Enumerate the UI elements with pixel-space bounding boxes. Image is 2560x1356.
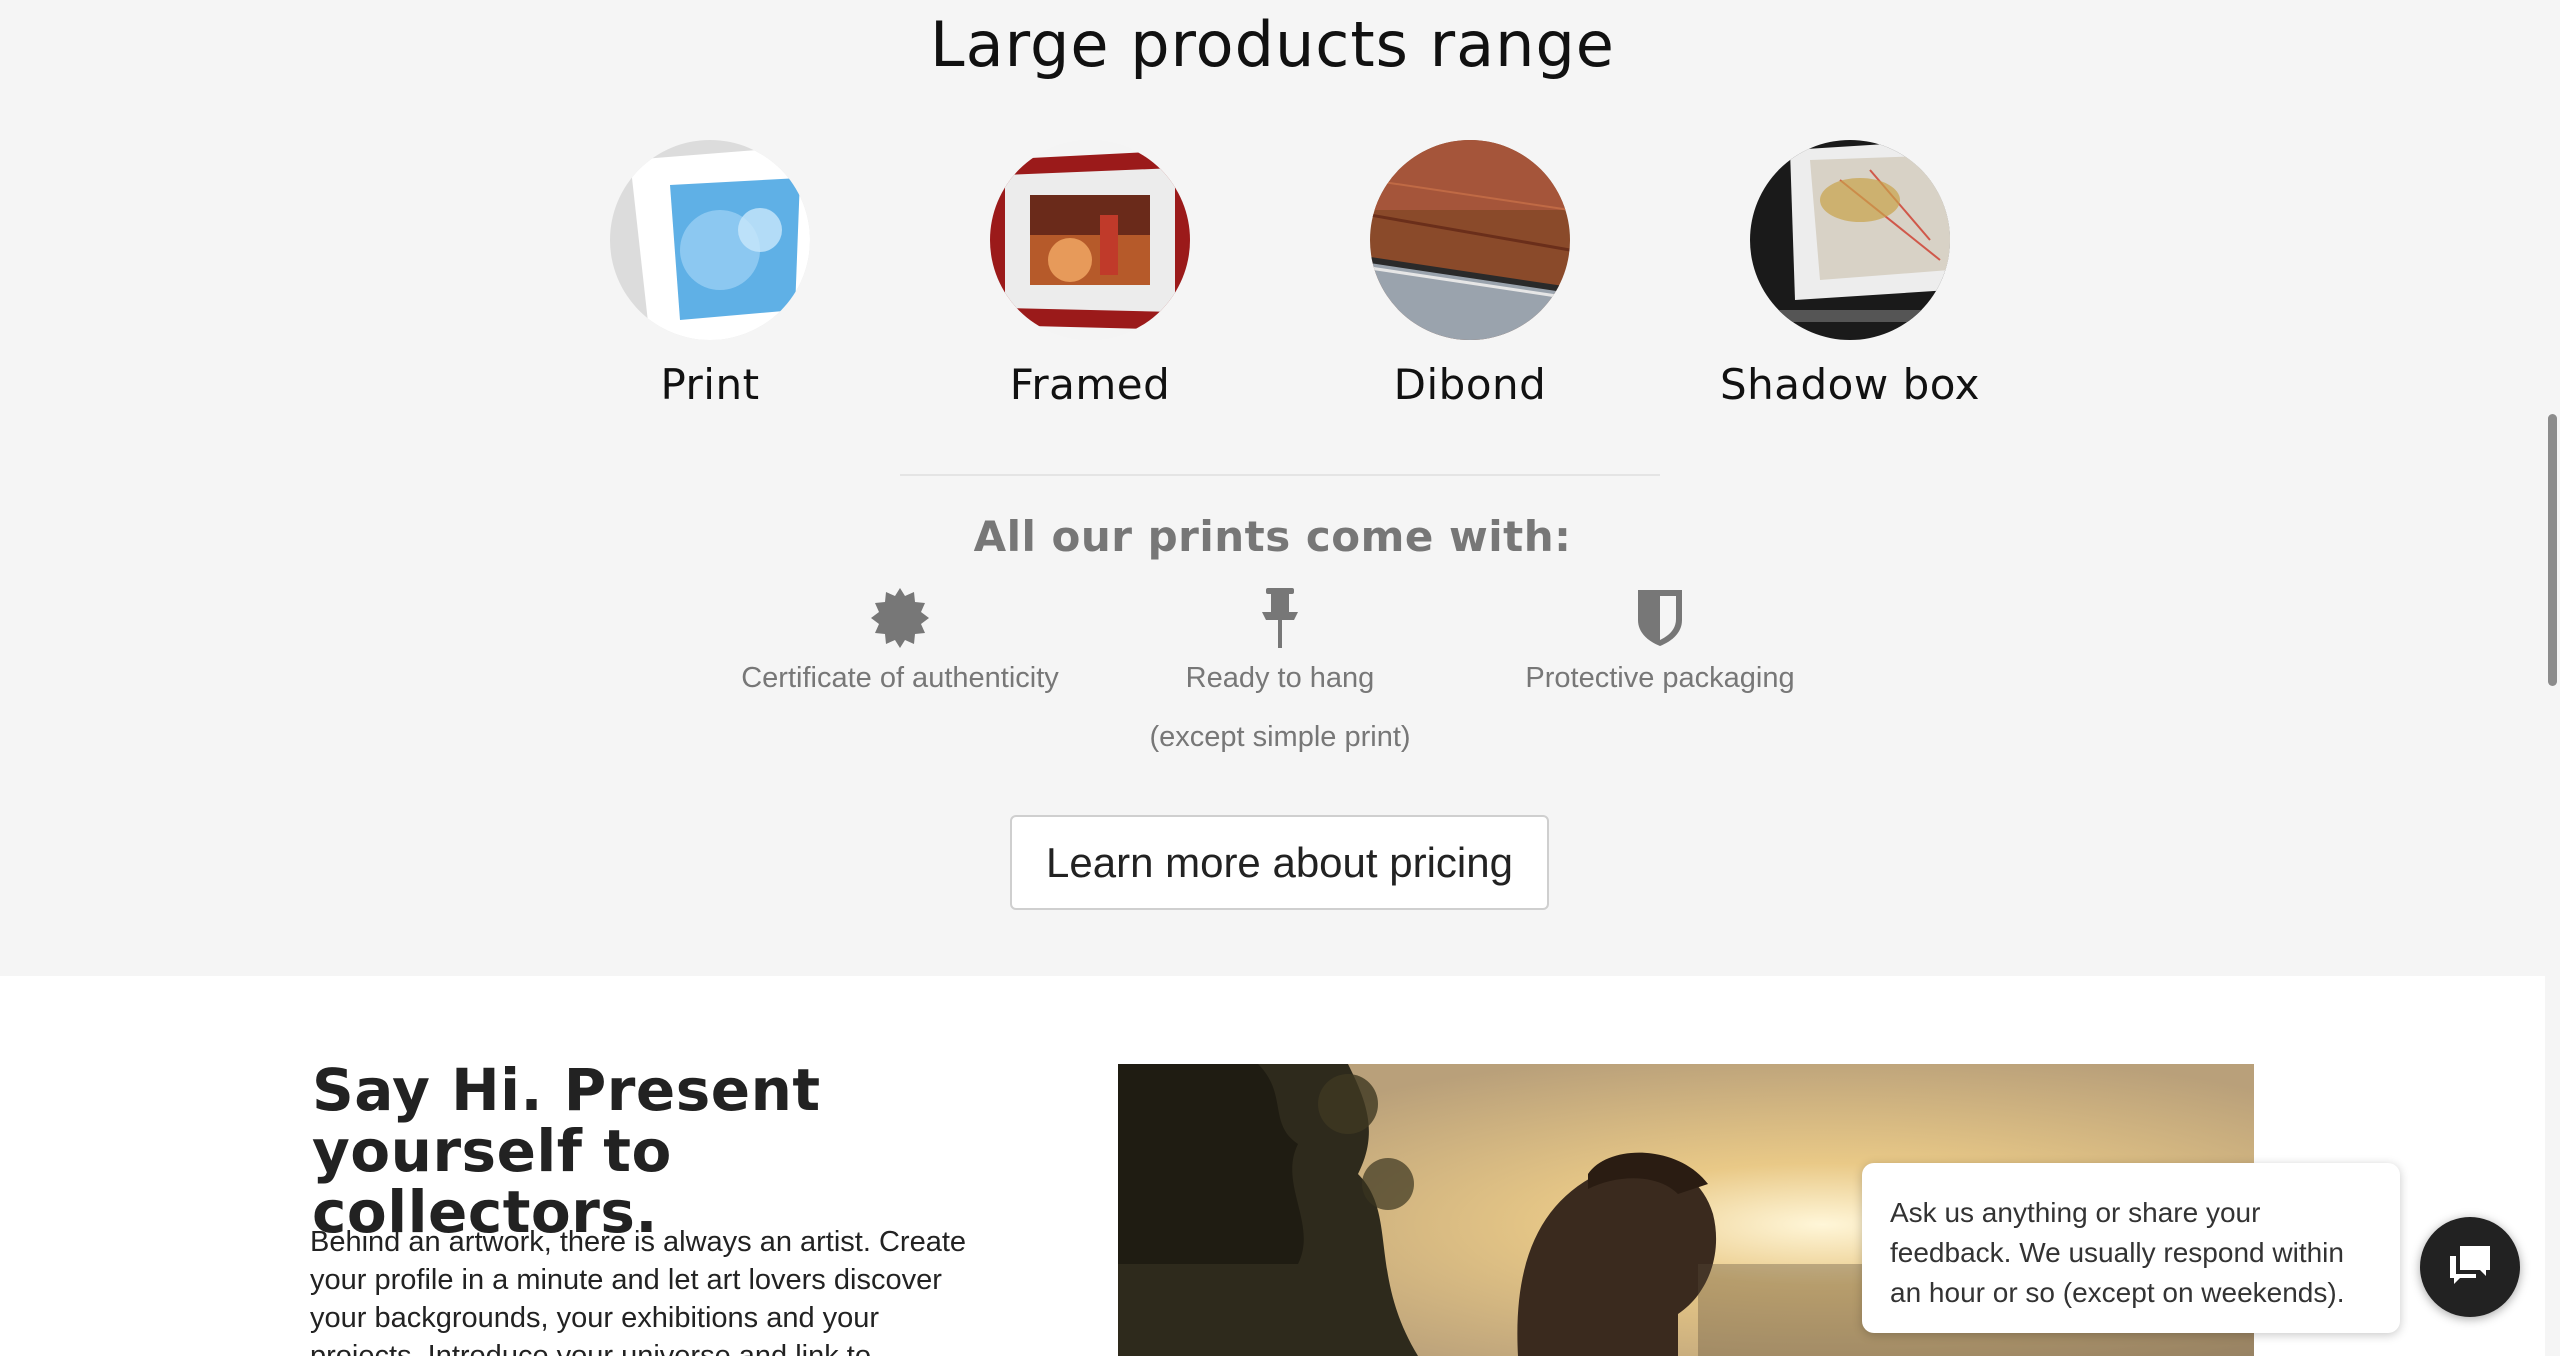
framed-thumbnail[interactable] [990, 140, 1190, 340]
features-title: All our prints come with: [973, 512, 1572, 561]
product-framed[interactable]: Framed [930, 140, 1250, 409]
feature-ready-to-hang: Ready to hang (except simple print) [1080, 586, 1480, 754]
badge-icon [870, 586, 930, 648]
shield-icon [1630, 586, 1690, 648]
pushpin-icon [1250, 586, 1310, 648]
product-dibond[interactable]: Dibond [1310, 140, 1630, 409]
shadow-box-thumbnail[interactable] [1750, 140, 1950, 340]
feature-label: Protective packaging [1525, 662, 1795, 694]
feature-certificate: Certificate of authenticity [700, 586, 1100, 695]
page: Large products range Print Framed Dibond… [0, 0, 2560, 1356]
feature-label: Certificate of authenticity [741, 662, 1059, 694]
artist-section-title: Say Hi. Present yourself to collectors. [312, 1056, 821, 1246]
artist-section-text: Behind an artwork, there is always an ar… [310, 1226, 967, 1356]
scrollbar-thumb[interactable] [2548, 414, 2557, 686]
feature-sublabel: (except simple print) [1149, 721, 1411, 753]
feature-label: Ready to hang [1185, 662, 1375, 694]
print-thumbnail[interactable] [610, 140, 810, 340]
learn-more-pricing-button[interactable]: Learn more about pricing [1010, 815, 1549, 910]
page-scrollbar[interactable] [2545, 0, 2560, 1356]
products-title: Large products range [930, 8, 1615, 81]
products-section: Large products range Print Framed Dibond… [0, 0, 2545, 976]
product-print[interactable]: Print [550, 140, 870, 409]
chat-launcher-button[interactable] [2420, 1217, 2520, 1317]
product-label[interactable]: Shadow box [1690, 360, 2010, 409]
dibond-thumbnail[interactable] [1370, 140, 1570, 340]
product-shadow-box[interactable]: Shadow box [1690, 140, 2010, 409]
section-divider [900, 474, 1660, 476]
product-label[interactable]: Framed [930, 360, 1250, 409]
chat-icon [2446, 1242, 2494, 1293]
product-label[interactable]: Dibond [1310, 360, 1630, 409]
chat-message-bubble[interactable]: Ask us anything or share your feedback. … [1862, 1163, 2400, 1333]
feature-protective-packaging: Protective packaging [1460, 586, 1860, 695]
product-label[interactable]: Print [550, 360, 870, 409]
